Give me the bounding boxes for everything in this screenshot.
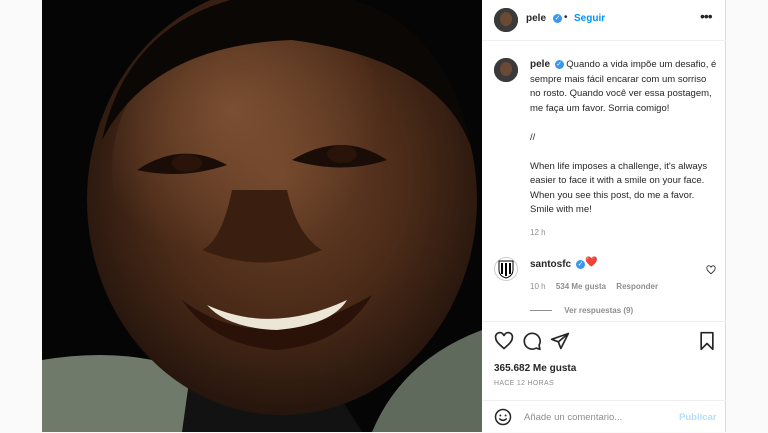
save-bookmark-icon[interactable] (698, 331, 716, 356)
caption-username[interactable]: pele (530, 59, 550, 70)
comment-bubble-icon[interactable] (522, 331, 542, 356)
comment-reply-button[interactable]: Responder (616, 282, 658, 291)
comment-time: 10 h (530, 282, 546, 291)
publish-button[interactable]: Publicar (679, 412, 717, 423)
share-paper-plane-icon[interactable] (550, 331, 570, 356)
verified-icon: ✓ (553, 14, 562, 23)
verified-icon: ✓ (554, 59, 564, 69)
separator-dot: • (564, 12, 568, 23)
post-header: pele ✓ • Seguir ••• (482, 0, 726, 41)
santos-crest-icon (498, 260, 514, 279)
avatar[interactable] (494, 8, 518, 32)
caption-block: pele ✓ Quando a vida impõe um desafio, é… (530, 58, 718, 241)
caption-time: 12 h (530, 228, 546, 237)
comment-avatar[interactable] (494, 257, 518, 281)
view-replies-link[interactable]: Ver respuestas (9) (564, 306, 633, 315)
comment-input[interactable]: Añade un comentario... (524, 412, 622, 423)
like-count[interactable]: 365.682 Me gusta (494, 363, 576, 374)
caption-text-en: When life imposes a challenge, it's alwa… (530, 160, 708, 216)
verified-icon: ✓ (576, 260, 585, 269)
post-actions (482, 321, 726, 362)
post-username[interactable]: pele (526, 13, 546, 24)
comment-heart-emoji: ❤️ (585, 257, 598, 268)
view-replies-row[interactable]: Ver respuestas (9) (530, 306, 633, 315)
like-heart-icon[interactable] (494, 331, 514, 356)
caption-avatar[interactable] (494, 58, 518, 82)
follow-button[interactable]: Seguir (574, 13, 605, 24)
post-photo[interactable] (42, 0, 482, 432)
add-comment-bar: Añade un comentario... Publicar (482, 400, 726, 433)
comment-meta: 10 h 534 Me gusta Responder (530, 282, 658, 291)
comment-likes[interactable]: 534 Me gusta (556, 282, 606, 291)
caption-divider: // (530, 131, 536, 143)
emoji-smiley-icon[interactable] (494, 408, 512, 431)
post-sidebar: pele ✓ • Seguir ••• pele ✓ Quando a vida… (482, 0, 726, 432)
more-horizontal-icon[interactable]: ••• (700, 8, 713, 24)
post-timestamp: HACE 12 HORAS (494, 380, 554, 387)
portrait-image (42, 0, 482, 432)
comment-like-heart-icon[interactable] (706, 262, 716, 280)
comment-username[interactable]: santosfc (530, 259, 571, 270)
